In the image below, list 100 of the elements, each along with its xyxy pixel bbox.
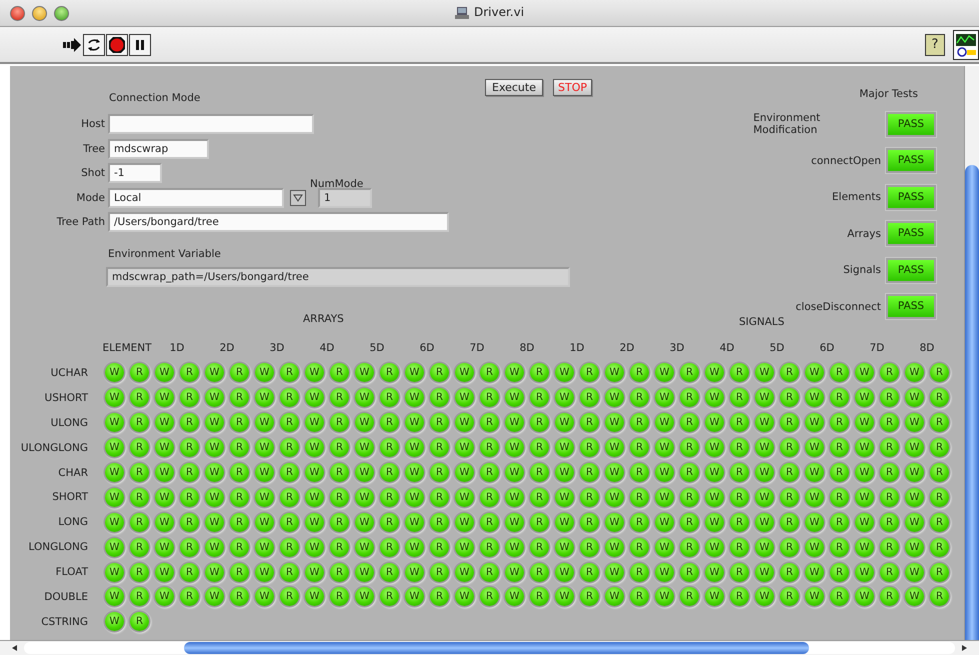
led-indicator: R: [930, 388, 949, 408]
column-header: 3D: [668, 342, 686, 354]
minimize-button[interactable]: [32, 6, 47, 20]
led-indicator: R: [880, 388, 899, 408]
led-indicator: R: [580, 587, 599, 606]
led-indicator: W: [405, 562, 424, 582]
led-indicator: R: [580, 363, 599, 382]
right-arrow-icon[interactable]: [959, 643, 969, 653]
led-indicator: R: [430, 562, 449, 582]
led-indicator: R: [280, 562, 299, 582]
led-indicator: W: [555, 512, 574, 532]
led-indicator: W: [155, 538, 174, 557]
led-indicator: W: [655, 538, 674, 557]
led-indicator: R: [330, 363, 349, 382]
led-indicator: W: [105, 413, 124, 432]
column-header: 3D: [268, 342, 286, 354]
pause-icon[interactable]: [129, 34, 151, 56]
led-indicator: R: [780, 587, 799, 606]
led-indicator: W: [305, 587, 324, 606]
scroll-thumb[interactable]: [184, 642, 809, 654]
led-indicator: W: [455, 388, 474, 408]
shot-field[interactable]: -1: [108, 163, 162, 184]
test-label: Elements: [832, 191, 881, 204]
led-indicator: W: [405, 413, 424, 432]
led-indicator: W: [155, 388, 174, 408]
led-indicator: W: [105, 538, 124, 557]
row-label: UCHAR: [50, 366, 89, 379]
scroll-thumb[interactable]: [965, 165, 979, 640]
led-indicator: R: [930, 438, 949, 458]
led-indicator: W: [255, 538, 274, 557]
led-indicator: W: [605, 587, 624, 606]
led-indicator: R: [680, 438, 699, 458]
led-indicator: R: [230, 587, 249, 606]
led-indicator: W: [205, 587, 224, 606]
led-indicator: W: [605, 388, 624, 408]
tree-field[interactable]: mdscwrap: [108, 138, 209, 159]
led-indicator: W: [105, 363, 124, 382]
led-indicator: W: [855, 388, 874, 408]
mode-dropdown[interactable]: Local: [108, 188, 284, 208]
run-continuously-icon[interactable]: [83, 34, 105, 56]
vertical-scrollbar[interactable]: [964, 66, 979, 640]
led-indicator: R: [930, 363, 949, 382]
led-indicator: R: [730, 363, 749, 382]
zoom-button[interactable]: [54, 6, 69, 20]
led-indicator: W: [205, 463, 224, 482]
led-indicator: R: [780, 363, 799, 382]
led-indicator: W: [855, 587, 874, 606]
led-indicator: W: [105, 438, 124, 458]
led-indicator: W: [305, 512, 324, 532]
led-indicator: R: [180, 512, 199, 532]
led-indicator: R: [180, 538, 199, 557]
led-indicator: R: [330, 413, 349, 432]
horizontal-scrollbar[interactable]: [0, 640, 979, 655]
left-arrow-icon[interactable]: [10, 643, 20, 653]
execute-button[interactable]: Execute: [485, 79, 543, 96]
led-indicator: R: [280, 587, 299, 606]
led-indicator: R: [380, 388, 399, 408]
led-indicator: R: [930, 463, 949, 482]
column-header: 4D: [718, 342, 736, 354]
led-indicator: W: [605, 488, 624, 507]
test-label: closeDisconnect: [796, 300, 881, 313]
close-button[interactable]: [10, 6, 25, 20]
section-heading: Major Tests: [859, 88, 918, 100]
host-field[interactable]: [108, 114, 314, 134]
row-label: SHORT: [51, 491, 89, 504]
led-indicator: R: [380, 413, 399, 432]
led-indicator: R: [780, 562, 799, 582]
led-indicator: W: [205, 562, 224, 582]
section-heading: Connection Mode: [108, 92, 202, 106]
led-indicator: R: [630, 388, 649, 408]
led-indicator: W: [805, 538, 824, 557]
led-indicator: R: [780, 413, 799, 432]
led-indicator: W: [505, 587, 524, 606]
led-indicator: W: [255, 363, 274, 382]
led-indicator: W: [855, 538, 874, 557]
led-indicator: R: [380, 363, 399, 382]
tree-path-field[interactable]: /Users/bongard/tree: [108, 212, 449, 232]
field-label: Mode: [75, 192, 106, 204]
led-indicator: R: [430, 463, 449, 482]
led-indicator: R: [730, 488, 749, 507]
led-indicator: R: [280, 488, 299, 507]
led-indicator: R: [280, 363, 299, 382]
led-indicator: R: [130, 388, 149, 408]
led-indicator: W: [855, 438, 874, 458]
led-indicator: R: [880, 488, 899, 507]
column-header: 6D: [418, 342, 436, 354]
run-arrow-icon[interactable]: [63, 38, 81, 52]
help-button[interactable]: ?: [925, 34, 945, 56]
window-title: Driver.vi: [474, 5, 524, 19]
led-indicator: R: [680, 413, 699, 432]
led-indicator: W: [605, 562, 624, 582]
abort-icon[interactable]: [106, 34, 128, 56]
led-indicator: W: [355, 562, 374, 582]
led-indicator: R: [230, 538, 249, 557]
led-indicator: R: [230, 488, 249, 507]
led-indicator: W: [605, 363, 624, 382]
led-indicator: R: [730, 413, 749, 432]
led-indicator: W: [505, 488, 524, 507]
led-indicator: R: [530, 512, 549, 532]
led-indicator: W: [655, 587, 674, 606]
